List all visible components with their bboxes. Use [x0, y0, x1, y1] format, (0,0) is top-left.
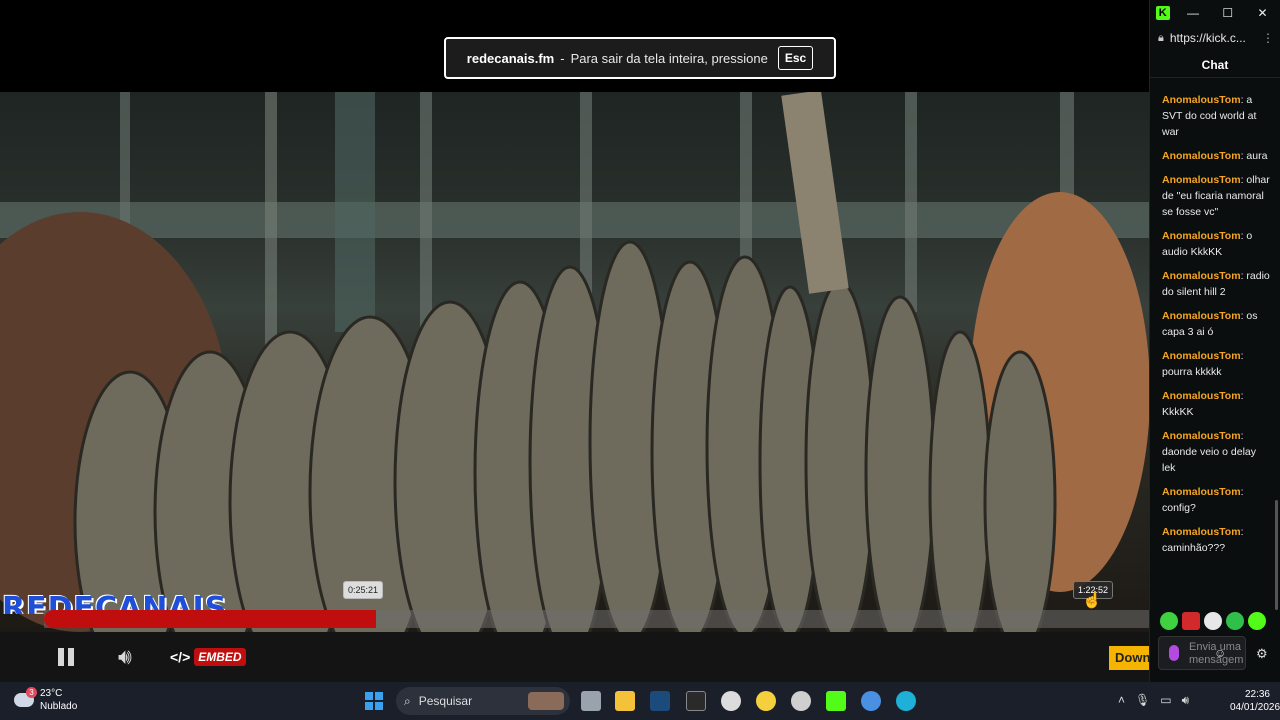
current-time-tooltip: 0:25:21 [343, 581, 384, 599]
search-highlight-image [528, 692, 564, 710]
video-frame[interactable] [0, 92, 1149, 632]
emoji-icon[interactable]: ☺ [1214, 646, 1226, 660]
fullscreen-site: redecanais.fm [466, 50, 555, 66]
chat-message: AnomalousTom: os capa 3 ai ó [1162, 308, 1272, 340]
chat-username[interactable]: AnomalousTom [1162, 430, 1241, 442]
video-player[interactable]: redecanais.fm - Para sair da tela inteir… [0, 0, 1149, 682]
address-url: https://kick.c... [1169, 31, 1246, 45]
download-button[interactable]: Download [1109, 646, 1149, 670]
chevron-up-icon[interactable]: ˄ [1118, 693, 1125, 708]
emote-icon[interactable] [1248, 612, 1266, 630]
taskbar-search[interactable]: ⌕ Pesquisar [396, 687, 570, 715]
hand-cursor-icon: ☝ [1082, 592, 1102, 609]
chat-scrollbar[interactable] [1275, 500, 1278, 610]
fullscreen-notice: redecanais.fm - Para sair da tela inteir… [444, 37, 836, 79]
player-controls: 🔊︎ </> EMBED Download [0, 632, 1149, 682]
system-clock[interactable]: 22:36 04/01/2026 [1230, 688, 1280, 714]
chat-username[interactable]: AnomalousTom [1162, 310, 1241, 322]
pause-button[interactable] [55, 646, 77, 668]
chat-message: AnomalousTom: aura [1162, 148, 1272, 164]
embed-button[interactable]: </> EMBED [170, 648, 246, 666]
browser-icon[interactable] [861, 691, 881, 711]
microphone-icon[interactable] [1169, 645, 1179, 661]
clock-date: 04/01/2026 [1230, 702, 1280, 713]
kick-chat-window: K — ☐ ✕ 🔒︎ https://kick.c... ⋮ Chat Anom… [1149, 0, 1280, 682]
app-icon-2[interactable] [791, 691, 811, 711]
fullscreen-separator: - [560, 50, 565, 66]
chat-message: AnomalousTom: radio do silent hill 2 [1162, 268, 1272, 300]
esc-key-badge: Esc [777, 46, 814, 70]
clock-time: 22:36 [1244, 689, 1270, 700]
windows-taskbar: 3 23°C Nublado ⌕ Pesquisar ˄ 🎙︎ ▭ 🔊︎ 22:… [0, 682, 1280, 720]
task-view-icon[interactable] [581, 691, 601, 711]
kick-logo-icon: K [1156, 6, 1170, 20]
chat-title: Chat [1150, 50, 1280, 78]
temperature: 23°C [40, 688, 63, 699]
chat-username[interactable]: AnomalousTom [1162, 174, 1241, 186]
emote-icon[interactable] [1204, 612, 1222, 630]
chat-message: AnomalousTom: config? [1162, 484, 1272, 516]
chat-username[interactable]: AnomalousTom [1162, 350, 1241, 362]
edge-icon[interactable] [896, 691, 916, 711]
more-icon[interactable]: ⋮ [1262, 31, 1274, 45]
steam-icon[interactable] [650, 691, 670, 711]
chat-text: : aura [1240, 150, 1268, 162]
system-tray: ˄ 🎙︎ ▭ 🔊︎ [1118, 693, 1189, 708]
search-label: Pesquisar [418, 694, 473, 708]
file-explorer-icon[interactable] [615, 691, 635, 711]
chat-message: AnomalousTom: a SVT do cod world at war [1162, 92, 1272, 140]
weather-condition: Nublado [40, 701, 78, 712]
duck-app-icon[interactable] [756, 691, 776, 711]
emote-icon[interactable] [1226, 612, 1244, 630]
chat-username[interactable]: AnomalousTom [1162, 486, 1241, 498]
fullscreen-message: Para sair da tela inteira, pressione [570, 50, 768, 66]
volume-tray-icon[interactable]: 🔊︎ [1182, 693, 1190, 708]
chat-message: AnomalousTom: caminhão??? [1162, 524, 1272, 556]
gear-icon[interactable]: ⚙ [1256, 646, 1268, 662]
chat-username[interactable]: AnomalousTom [1162, 150, 1241, 162]
app-icon[interactable] [721, 691, 741, 711]
chat-input[interactable]: Envia uma mensagem [1158, 636, 1246, 670]
chat-username[interactable]: AnomalousTom [1162, 230, 1241, 242]
chat-username[interactable]: AnomalousTom [1162, 526, 1241, 538]
volume-button[interactable]: 🔊︎ [118, 644, 132, 670]
chat-message: AnomalousTom: olhar de "eu ficaria namor… [1162, 172, 1272, 220]
embed-label: EMBED [194, 648, 246, 666]
lock-icon: 🔒︎ [1158, 31, 1164, 44]
emote-bar [1160, 612, 1266, 630]
pause-icon-bar [68, 648, 74, 666]
network-icon[interactable]: ▭ [1160, 693, 1171, 708]
chat-message: AnomalousTom: pourra kkkkk [1162, 348, 1272, 380]
pause-icon [58, 648, 64, 666]
emote-icon[interactable] [1182, 612, 1200, 630]
close-button[interactable]: ✕ [1245, 6, 1280, 20]
cloud-icon: 3 [14, 687, 37, 707]
chat-username[interactable]: AnomalousTom [1162, 94, 1241, 106]
minimize-button[interactable]: — [1176, 6, 1211, 20]
chat-messages: AnomalousTom: a SVT do cod world at war A… [1162, 92, 1272, 564]
chat-username[interactable]: AnomalousTom [1162, 390, 1241, 402]
window-titlebar: K — ☐ ✕ [1150, 0, 1280, 26]
start-button[interactable] [365, 692, 383, 710]
search-icon: ⌕ [404, 693, 411, 708]
microphone-tray-icon[interactable]: 🎙︎ [1135, 693, 1150, 708]
maximize-button[interactable]: ☐ [1210, 6, 1245, 20]
seek-bar-played [44, 610, 376, 628]
speaker-icon: 🔊︎ [118, 644, 132, 669]
seek-bar[interactable] [44, 610, 1149, 628]
chat-message: AnomalousTom: daonde veio o delay lek [1162, 428, 1272, 476]
epic-games-icon[interactable] [686, 691, 706, 711]
emote-icon[interactable] [1160, 612, 1178, 630]
chat-username[interactable]: AnomalousTom [1162, 270, 1241, 282]
chat-message: AnomalousTom: o audio KkkKK [1162, 228, 1272, 260]
video-scene [0, 92, 1149, 632]
code-icon: </> [170, 649, 191, 665]
address-bar[interactable]: 🔒︎ https://kick.c... ⋮ [1150, 26, 1280, 50]
weather-widget[interactable]: 3 23°C Nublado [14, 687, 77, 713]
chat-message: AnomalousTom: KkkKK [1162, 388, 1272, 420]
notification-badge: 3 [26, 687, 37, 698]
kick-app-icon[interactable] [826, 691, 846, 711]
